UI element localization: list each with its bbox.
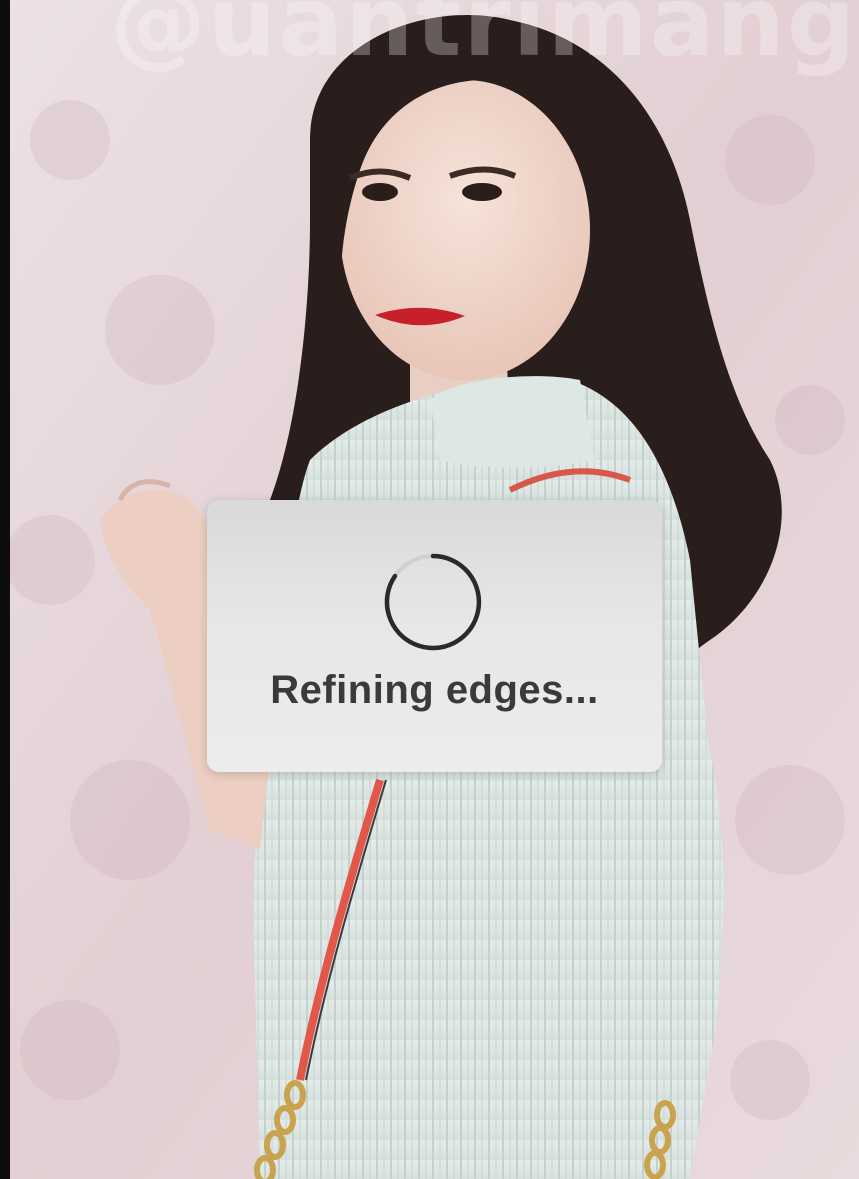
left-border <box>0 0 10 1179</box>
app-canvas: @uantrimang Refining edges... <box>0 0 859 1179</box>
progress-dialog: Refining edges... <box>207 500 662 772</box>
spinner-icon <box>384 553 482 651</box>
progress-message: Refining edges... <box>270 668 599 712</box>
